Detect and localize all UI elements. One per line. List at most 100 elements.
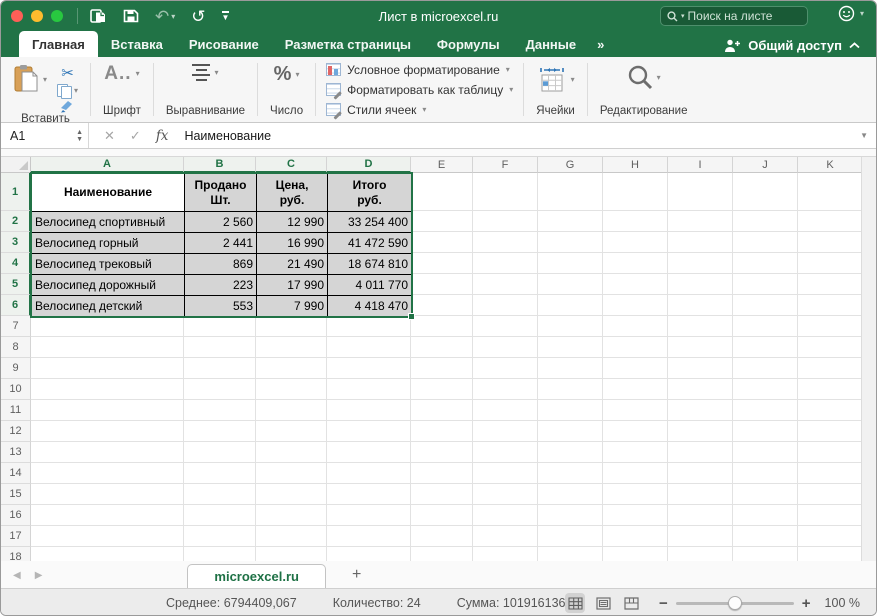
table-header-cell[interactable]: Наименование — [32, 174, 184, 211]
table-cell[interactable]: Велосипед трековый — [32, 254, 184, 274]
zoom-out-button[interactable]: − — [659, 596, 668, 611]
table-cell[interactable]: 553 — [185, 296, 256, 316]
grid-cell-K7[interactable] — [798, 316, 863, 337]
grid-cell-H18[interactable] — [603, 547, 668, 561]
grid-cell-H1[interactable] — [603, 173, 668, 211]
grid-cell-A16[interactable] — [31, 505, 184, 526]
column-header-I[interactable]: I — [668, 157, 733, 173]
format-painter-icon[interactable] — [60, 100, 75, 113]
grid-cell-G2[interactable] — [538, 211, 603, 232]
grid-cell-C12[interactable] — [256, 421, 327, 442]
grid-cell-J3[interactable] — [733, 232, 798, 253]
row-header-13[interactable]: 13 — [1, 442, 31, 463]
grid-cell-J6[interactable] — [733, 295, 798, 316]
grid-cell-F12[interactable] — [473, 421, 538, 442]
grid-cell-C11[interactable] — [256, 400, 327, 421]
grid-cell-F8[interactable] — [473, 337, 538, 358]
grid-cell-I3[interactable] — [668, 232, 733, 253]
prev-sheet-icon[interactable]: ◀ — [13, 570, 21, 581]
grid-cell-J8[interactable] — [733, 337, 798, 358]
grid-cell-I7[interactable] — [668, 316, 733, 337]
grid-cell-K5[interactable] — [798, 274, 863, 295]
grid-cell-H14[interactable] — [603, 463, 668, 484]
editing-dropdown-icon[interactable]: ▾ — [657, 73, 661, 82]
grid-cell-J10[interactable] — [733, 379, 798, 400]
tab-home[interactable]: Главная — [19, 31, 98, 57]
grid-cell-K12[interactable] — [798, 421, 863, 442]
confirm-entry-icon[interactable]: ✓ — [130, 128, 141, 144]
name-box[interactable]: A1 ▲▼ — [1, 123, 89, 148]
save-icon[interactable] — [123, 8, 139, 24]
table-cell[interactable]: 17 990 — [257, 275, 327, 295]
grid-cell-G13[interactable] — [538, 442, 603, 463]
grid-cell-K16[interactable] — [798, 505, 863, 526]
table-cell[interactable]: 223 — [185, 275, 256, 295]
undo-dropdown-icon[interactable]: ▾ — [171, 12, 175, 21]
sheet-tab-active[interactable]: microexcel.ru — [187, 564, 326, 588]
grid-cell-K17[interactable] — [798, 526, 863, 547]
grid-cell-E12[interactable] — [411, 421, 473, 442]
column-header-J[interactable]: J — [733, 157, 798, 173]
column-header-B[interactable]: B — [184, 157, 256, 173]
grid-cell-E1[interactable] — [411, 173, 473, 211]
row-header-2[interactable]: 2 — [1, 211, 31, 232]
feedback-button[interactable]: ▾ — [838, 5, 864, 22]
grid-cell-E7[interactable] — [411, 316, 473, 337]
table-cell[interactable]: 4 418 470 — [328, 296, 411, 316]
grid-cell-J1[interactable] — [733, 173, 798, 211]
add-sheet-button[interactable]: + — [352, 567, 361, 583]
grid-cell-F14[interactable] — [473, 463, 538, 484]
copy-button[interactable]: ▾ — [57, 84, 78, 97]
grid-cell-H7[interactable] — [603, 316, 668, 337]
number-dropdown-icon[interactable]: ▾ — [295, 70, 299, 79]
grid-cell-A9[interactable] — [31, 358, 184, 379]
row-header-16[interactable]: 16 — [1, 505, 31, 526]
grid-cell-C17[interactable] — [256, 526, 327, 547]
tab-insert[interactable]: Вставка — [98, 31, 176, 57]
table-cell[interactable]: Велосипед горный — [32, 233, 184, 253]
grid-cell-J7[interactable] — [733, 316, 798, 337]
page-layout-view-button[interactable] — [593, 593, 613, 613]
grid-cell-C14[interactable] — [256, 463, 327, 484]
grid-cell-D13[interactable] — [327, 442, 411, 463]
grid-cell-I17[interactable] — [668, 526, 733, 547]
vertical-scrollbar[interactable] — [861, 157, 876, 561]
column-header-K[interactable]: K — [798, 157, 863, 173]
tabs-overflow-button[interactable]: » — [589, 31, 612, 57]
grid-cell-F15[interactable] — [473, 484, 538, 505]
row-header-18[interactable]: 18 — [1, 547, 31, 561]
grid-cell-I16[interactable] — [668, 505, 733, 526]
table-header-cell[interactable]: Цена, руб. — [257, 174, 327, 211]
font-group[interactable]: A..▾ Шрифт — [91, 57, 153, 122]
select-all-corner[interactable] — [1, 157, 31, 173]
grid-cell-J9[interactable] — [733, 358, 798, 379]
table-cell[interactable]: Велосипед спортивный — [32, 212, 184, 232]
table-cell[interactable]: 869 — [185, 254, 256, 274]
column-header-E[interactable]: E — [411, 157, 473, 173]
grid-cell-I5[interactable] — [668, 274, 733, 295]
collapse-ribbon-icon[interactable] — [849, 42, 860, 49]
grid-cell-J11[interactable] — [733, 400, 798, 421]
row-header-1[interactable]: 1 — [1, 173, 31, 211]
grid-cell-K2[interactable] — [798, 211, 863, 232]
grid-cell-E8[interactable] — [411, 337, 473, 358]
grid-cell-G3[interactable] — [538, 232, 603, 253]
table-cell[interactable]: 41 472 590 — [328, 233, 411, 253]
grid-cell-H4[interactable] — [603, 253, 668, 274]
grid-cell-K9[interactable] — [798, 358, 863, 379]
grid-cell-K6[interactable] — [798, 295, 863, 316]
grid-cell-D16[interactable] — [327, 505, 411, 526]
grid-cell-K8[interactable] — [798, 337, 863, 358]
row-header-3[interactable]: 3 — [1, 232, 31, 253]
format-as-table-button[interactable]: Форматировать как таблицу ▾ — [326, 83, 513, 97]
grid-cell-J5[interactable] — [733, 274, 798, 295]
grid-cell-F16[interactable] — [473, 505, 538, 526]
grid-cell-E4[interactable] — [411, 253, 473, 274]
worksheet-grid[interactable]: ABCDEFGHIJK123456789101112131415161718 Н… — [1, 157, 876, 561]
tab-formulas[interactable]: Формулы — [424, 31, 513, 57]
row-header-12[interactable]: 12 — [1, 421, 31, 442]
tab-data[interactable]: Данные — [513, 31, 590, 57]
grid-cell-E10[interactable] — [411, 379, 473, 400]
table-cell[interactable]: 2 560 — [185, 212, 256, 232]
grid-cell-A8[interactable] — [31, 337, 184, 358]
